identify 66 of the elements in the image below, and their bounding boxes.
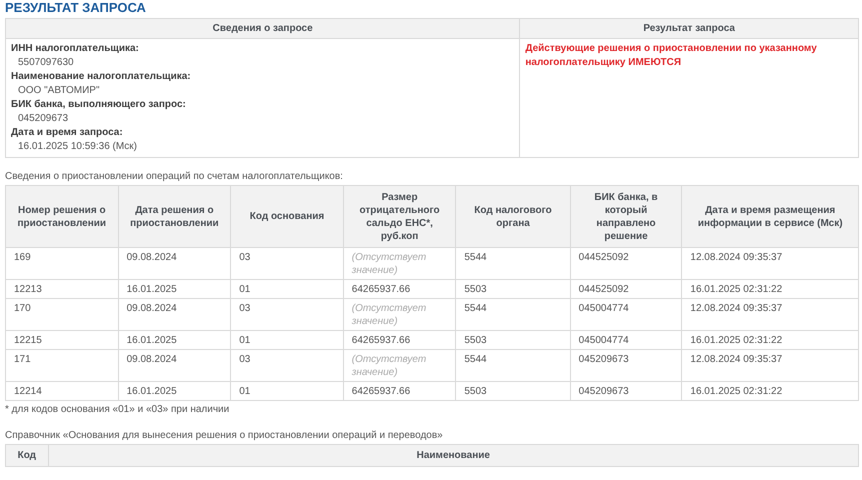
table-cell: 5544 (456, 248, 570, 280)
table-cell: 5544 (456, 298, 570, 330)
table-cell: (Отсутствует значение) (343, 350, 456, 382)
table-cell: 5503 (456, 382, 570, 400)
field-value: ООО "АВТОМИР" (17, 84, 101, 98)
table-cell: 64265937.66 (343, 330, 456, 350)
column-header: Номер решения о приостановлении (6, 186, 118, 248)
column-header: БИК банка, в который направлено решение (570, 186, 682, 248)
table-cell: 045004774 (570, 298, 682, 330)
table-cell: 01 (230, 382, 344, 400)
table-cell: 64265937.66 (343, 382, 456, 400)
table-caption: Сведения о приостановлении операций по счетам налогоплательщиков: (5, 171, 344, 183)
table-cell: 169 (6, 248, 118, 280)
field-label: ИНН налогоплательщика: (11, 42, 140, 56)
table-cell: 044525092 (570, 280, 682, 298)
field-value: 045209673 (17, 112, 70, 126)
table-cell: 5503 (456, 330, 570, 350)
column-header: Код основания (230, 186, 344, 248)
table-cell: 5503 (456, 280, 570, 298)
table-cell: 01 (230, 280, 344, 298)
table-cell: (Отсутствует значение) (343, 298, 456, 330)
table-cell: 12.08.2024 09:35:37 (682, 350, 858, 382)
field-label: БИК банка, выполняющего запрос: (11, 98, 187, 112)
field-label: Дата и время запроса: (11, 126, 124, 140)
table-cell: 045209673 (570, 350, 682, 382)
column-header: Дата решения о приостановлении (118, 186, 231, 248)
table-cell: 045209673 (570, 382, 682, 400)
column-header: Наименование (48, 444, 858, 466)
field-label: Наименование налогоплательщика: (11, 70, 192, 84)
table-caption: Справочник «Основания для вынесения решения о приостановлении операций и переводов» (5, 430, 444, 442)
table-cell: 16.01.2025 02:31:22 (682, 382, 858, 400)
column-header: Код (6, 444, 48, 466)
table-cell: 16.01.2025 (118, 330, 231, 350)
table-cell: 03 (230, 248, 344, 280)
field-value: 16.01.2025 10:59:36 (Мск) (17, 140, 138, 154)
table-cell: 03 (230, 298, 344, 330)
table-cell: 16.01.2025 (118, 382, 231, 400)
column-header: Дата и время размещения информации в сервисе (Мск) (682, 186, 858, 248)
table-cell: 12213 (6, 280, 118, 298)
column-header: Размер отрицательного сальдо ЕНС*, руб.коп (343, 186, 456, 248)
table-cell: 16.01.2025 02:31:22 (682, 280, 858, 298)
column-header: Код налогового органа (456, 186, 570, 248)
table-cell: 12.08.2024 09:35:37 (682, 298, 858, 330)
column-header: Результат запроса (520, 18, 858, 38)
table-cell: 01 (230, 330, 344, 350)
table-cell: 09.08.2024 (118, 248, 231, 280)
table-cell: 044525092 (570, 248, 682, 280)
column-header: Сведения о запросе (6, 18, 520, 38)
field-value: 5507097630 (17, 56, 75, 70)
table-cell: 03 (230, 350, 344, 382)
table-cell: 12214 (6, 382, 118, 400)
table-cell: 64265937.66 (343, 280, 456, 298)
table-cell: 12.08.2024 09:35:37 (682, 248, 858, 280)
table-cell: (Отсутствует значение) (343, 248, 456, 280)
table-cell: 16.01.2025 02:31:22 (682, 330, 858, 350)
table-cell: 045004774 (570, 330, 682, 350)
result-message: Действующие решения о приостановлении по указанному налогоплательщику ИМЕЮТСЯ (525, 42, 818, 70)
footnote: * для кодов основания «01» и «03» при наличии (5, 404, 230, 416)
table-cell: 12215 (6, 330, 118, 350)
table-cell: 09.08.2024 (118, 350, 231, 382)
table-cell: 5544 (456, 350, 570, 382)
table-cell: 09.08.2024 (118, 298, 231, 330)
table-cell: 171 (6, 350, 118, 382)
page-title: РЕЗУЛЬТАТ ЗАПРОСА (5, 0, 147, 15)
table-cell: 170 (6, 298, 118, 330)
table-cell: 16.01.2025 (118, 280, 231, 298)
